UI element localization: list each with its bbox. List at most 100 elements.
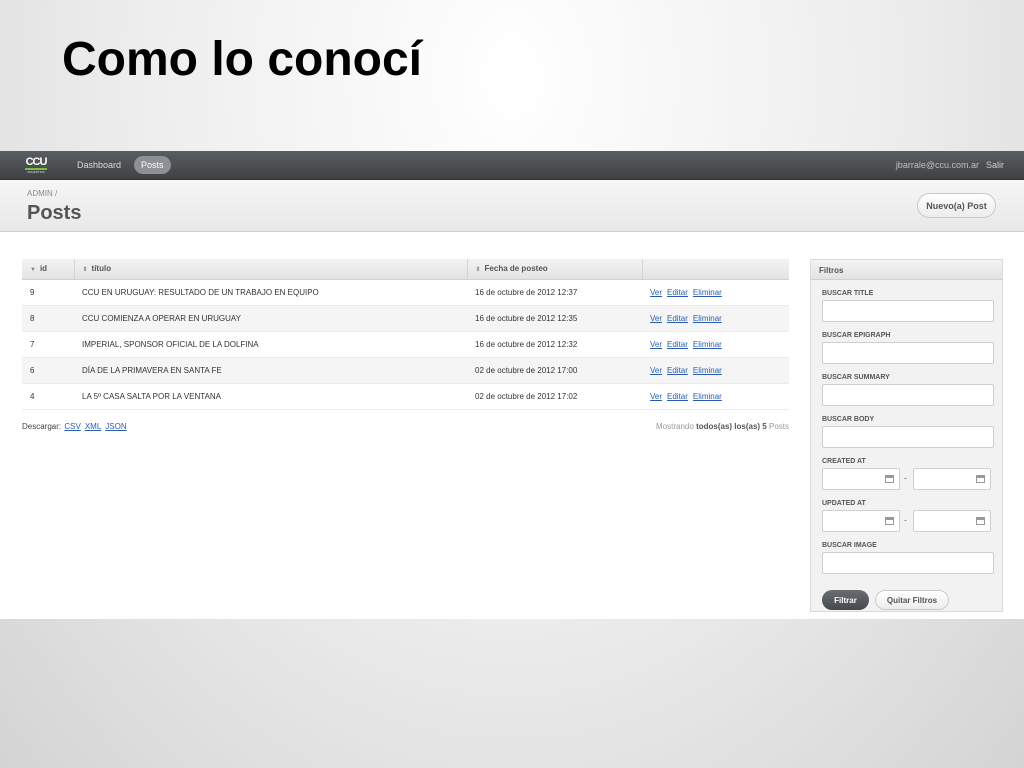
calendar-icon[interactable] [885, 517, 894, 525]
cell-titulo: LA 5º CASA SALTA POR LA VENTANA [74, 383, 467, 410]
filter-image-input[interactable] [822, 552, 994, 574]
delete-link[interactable]: Eliminar [693, 288, 722, 297]
nav-item-posts[interactable]: Posts [134, 156, 171, 174]
page-title: Posts [27, 202, 82, 224]
calendar-icon[interactable] [976, 475, 985, 483]
view-link[interactable]: Ver [650, 288, 662, 297]
cell-titulo: DÍA DE LA PRIMAVERA EN SANTA FE [74, 357, 467, 384]
table-header-row: ▼ id ⇕ título ⇕ Fecha de posteo [22, 259, 789, 280]
filter-title-label: BUSCAR TITLE [822, 290, 874, 297]
column-header-titulo[interactable]: ⇕ título [74, 259, 468, 280]
calendar-icon[interactable] [976, 517, 985, 525]
table-row: 6 DÍA DE LA PRIMAVERA EN SANTA FE 02 de … [22, 357, 789, 384]
download-label: Descargar: [22, 422, 62, 431]
posts-table: ▼ id ⇕ título ⇕ Fecha de posteo 9 CCU EN UR… [22, 259, 789, 410]
table-row: 9 CCU EN URUGUAY: RESULTADO DE UN TRABAJ… [22, 279, 789, 306]
filter-updated-from-input[interactable] [822, 510, 900, 532]
cell-actions: Ver Editar Eliminar [642, 305, 789, 332]
sort-desc-icon: ▼ [30, 267, 36, 274]
table-row: 7 IMPERIAL, SPONSOR OFICIAL DE LA DOLFIN… [22, 331, 789, 358]
edit-link[interactable]: Editar [667, 392, 688, 401]
clear-filters-button[interactable]: Quitar Filtros [875, 590, 949, 610]
delete-link[interactable]: Eliminar [693, 340, 722, 349]
filters-panel: Filtros BUSCAR TITLE BUSCAR EPIGRAPH BUS… [810, 259, 1003, 612]
download-json-link[interactable]: JSON [105, 422, 126, 431]
cell-titulo: CCU EN URUGUAY: RESULTADO DE UN TRABAJO … [74, 279, 467, 306]
cell-actions: Ver Editar Eliminar [642, 357, 789, 384]
table-row: 8 CCU COMIENZA A OPERAR EN URUGUAY 16 de… [22, 305, 789, 332]
cell-fecha: 16 de octubre de 2012 12:32 [467, 331, 642, 358]
filter-summary-label: BUSCAR SUMMARY [822, 374, 890, 381]
range-separator: - [904, 473, 907, 483]
breadcrumb[interactable]: ADMIN / [27, 189, 57, 198]
filters-title: Filtros [811, 260, 1002, 280]
filter-image-label: BUSCAR IMAGE [822, 542, 877, 549]
calendar-icon[interactable] [885, 475, 894, 483]
top-navbar: CCU ARGENTINA Dashboard Posts jbarrale@c… [0, 151, 1024, 180]
cell-fecha: 02 de octubre de 2012 17:02 [467, 383, 642, 410]
delete-link[interactable]: Eliminar [693, 314, 722, 323]
logo-text: CCU [25, 155, 48, 168]
filter-body-input[interactable] [822, 426, 994, 448]
admin-screenshot: CCU ARGENTINA Dashboard Posts jbarrale@c… [0, 151, 1024, 619]
download-csv-link[interactable]: CSV [64, 422, 80, 431]
cell-fecha: 16 de octubre de 2012 12:37 [467, 279, 642, 306]
column-header-fecha-label: Fecha de posteo [484, 264, 548, 274]
new-post-button[interactable]: Nuevo(a) Post [917, 193, 996, 218]
filter-updated-label: UPDATED AT [822, 500, 866, 507]
cell-titulo: CCU COMIENZA A OPERAR EN URUGUAY [74, 305, 467, 332]
filter-created-from-input[interactable] [822, 468, 900, 490]
cell-id: 7 [22, 331, 74, 358]
logo-subtext: ARGENTINA [27, 169, 45, 174]
view-link[interactable]: Ver [650, 340, 662, 349]
download-xml-link[interactable]: XML [85, 422, 101, 431]
edit-link[interactable]: Editar [667, 314, 688, 323]
view-link[interactable]: Ver [650, 392, 662, 401]
cell-id: 6 [22, 357, 74, 384]
filter-title-input[interactable] [822, 300, 994, 322]
view-link[interactable]: Ver [650, 314, 662, 323]
filter-updated-to-input[interactable] [913, 510, 991, 532]
range-separator: - [904, 515, 907, 525]
view-link[interactable]: Ver [650, 366, 662, 375]
page-header: ADMIN / Posts Nuevo(a) Post [0, 180, 1024, 232]
filter-summary-input[interactable] [822, 384, 994, 406]
cell-id: 8 [22, 305, 74, 332]
sort-icon: ⇕ [475, 267, 481, 274]
apply-filters-button[interactable]: Filtrar [822, 590, 869, 610]
delete-link[interactable]: Eliminar [693, 366, 722, 375]
download-links: Descargar: CSV XML JSON [22, 422, 130, 431]
column-header-titulo-label: título [91, 264, 112, 274]
delete-link[interactable]: Eliminar [693, 392, 722, 401]
filter-epigraph-input[interactable] [822, 342, 994, 364]
results-count: Mostrando todos(as) los(as) 5 Posts [656, 422, 789, 431]
sort-icon: ⇕ [82, 267, 88, 274]
cell-fecha: 16 de octubre de 2012 12:35 [467, 305, 642, 332]
edit-link[interactable]: Editar [667, 340, 688, 349]
slide-title: Como lo conocí [62, 33, 422, 86]
results-count-suffix: Posts [768, 422, 789, 431]
cell-actions: Ver Editar Eliminar [642, 331, 789, 358]
filter-created-label: CREATED AT [822, 458, 866, 465]
user-email-link[interactable]: jbarrale@ccu.com.ar [896, 160, 979, 170]
logout-link[interactable]: Salir [986, 160, 1004, 170]
results-count-value: todos(as) los(as) 5 [696, 422, 767, 431]
filter-created-to-input[interactable] [913, 468, 991, 490]
nav-item-dashboard[interactable]: Dashboard [70, 156, 128, 174]
cell-actions: Ver Editar Eliminar [642, 279, 789, 306]
table-row: 4 LA 5º CASA SALTA POR LA VENTANA 02 de … [22, 383, 789, 410]
column-header-actions [642, 259, 789, 280]
filter-epigraph-label: BUSCAR EPIGRAPH [822, 332, 891, 339]
cell-id: 9 [22, 279, 74, 306]
edit-link[interactable]: Editar [667, 366, 688, 375]
column-header-id[interactable]: ▼ id [22, 259, 75, 280]
column-header-fecha[interactable]: ⇕ Fecha de posteo [467, 259, 643, 280]
cell-actions: Ver Editar Eliminar [642, 383, 789, 410]
filter-body-label: BUSCAR BODY [822, 416, 875, 423]
edit-link[interactable]: Editar [667, 288, 688, 297]
cell-fecha: 02 de octubre de 2012 17:00 [467, 357, 642, 384]
results-count-prefix: Mostrando [656, 422, 694, 431]
brand-logo[interactable]: CCU ARGENTINA [24, 156, 48, 174]
cell-id: 4 [22, 383, 74, 410]
column-header-id-label: id [39, 264, 48, 274]
